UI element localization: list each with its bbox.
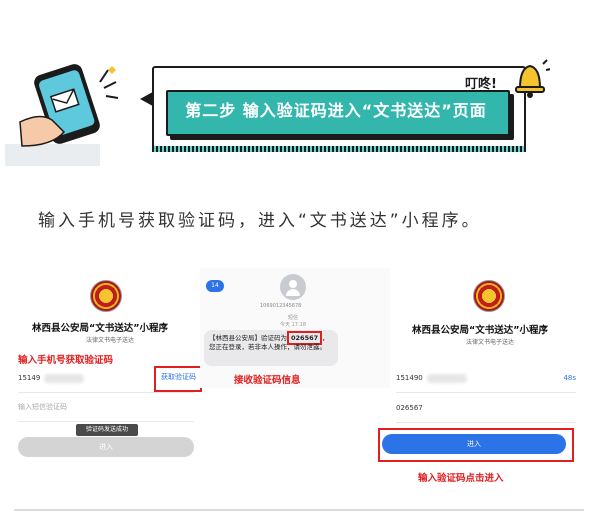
enter-button[interactable]: 进入 [382,434,566,454]
enter-button-disabled[interactable]: 进入 [18,437,194,457]
contact-avatar [280,274,306,300]
msg-meta-2: 今天 17:18 [280,322,306,328]
phone-field[interactable]: 151490 48s [396,364,576,393]
sms-screen: 14 1069012345678 短信 今天 17:18 【林西县公安局】验证码… [200,268,390,388]
app-subtitle: 法律文书电子送达 [466,339,515,346]
phone-in-hand-icon [19,64,119,147]
msg-meta-1: 短信 [288,315,299,321]
receive-annotation: 接收验证码信息 [234,375,301,386]
left-login-screen: 林西县公安局“文书送达”小程序 法律文书电子送达 输入手机号获取验证码 1514… [14,268,202,468]
toast-message: 验证码发送成功 [76,424,138,436]
sender-number: 1069012345678 [260,303,302,309]
police-emblem-icon [473,280,505,312]
countdown: 48s [563,374,576,382]
phone-value: 15149 [18,374,41,382]
app-title: 林西县公安局“文书送达”小程序 [412,325,548,336]
get-code-button[interactable]: 获取验证码 [161,372,196,382]
code-input[interactable]: 026567 [396,394,576,423]
app-subtitle: 法律文书电子送达 [86,337,135,344]
phone-value: 151490 [396,374,423,382]
police-emblem-icon [90,280,122,312]
bell-icon [515,59,550,98]
redacted-digits [426,373,467,383]
divider [14,509,584,511]
code-input[interactable]: 输入短信验证码 [18,393,194,422]
sms-text: 【林西县公安局】验证码为 026567 ，您正在登录，若非本人操作，请勿泄露。 [209,331,333,352]
enter-annotation: 输入验证码点击进入 [418,473,504,484]
step-banner-text: 第二步 输入验证码进入“文书送达”页面 [185,101,487,120]
back-badge[interactable]: 14 [206,280,224,292]
redacted-digits [44,373,85,383]
banner-stripe [152,146,526,152]
app-title: 林西县公安局“文书送达”小程序 [32,323,168,334]
instruction-text: 输入手机号获取验证码，进入“文书送达”小程序。 [38,211,482,231]
dingdong-label: 叮咚! [465,77,497,92]
right-login-screen: 林西县公安局“文书送达”小程序 法律文书电子送达 151490 48s 0265… [378,268,586,488]
